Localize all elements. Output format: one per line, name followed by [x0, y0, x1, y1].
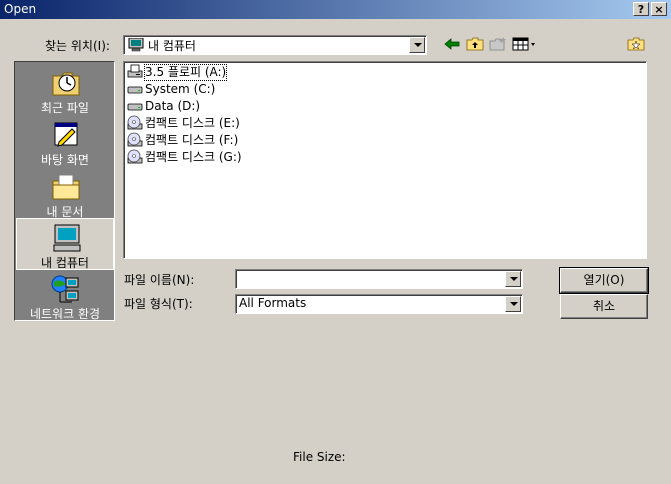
lookin-combo[interactable]: 내 컴퓨터	[123, 35, 427, 55]
filename-combo[interactable]	[235, 269, 523, 289]
filetype-value: All Formats	[239, 296, 307, 310]
new-folder-icon[interactable]	[489, 36, 507, 52]
close-button[interactable]: ×	[651, 2, 667, 16]
place-my-computer[interactable]: 내 컴퓨터	[16, 218, 114, 270]
file-name: 3.5 플로피 (A:)	[143, 63, 228, 81]
file-name: 컴팩트 디스크 (E:)	[145, 115, 240, 130]
my-documents-icon	[52, 174, 80, 200]
my-computer-icon	[53, 224, 81, 252]
open-button[interactable]: 열기(O)	[559, 267, 649, 294]
hard-drive-icon	[127, 103, 143, 111]
hard-drive-icon	[127, 86, 143, 94]
lookin-label: 찾는 위치(I):	[45, 39, 110, 53]
place-label: 최근 파일	[41, 101, 89, 115]
file-name: 컴팩트 디스크 (F:)	[145, 132, 239, 147]
place-label: 네트워크 환경	[29, 307, 101, 321]
cancel-button[interactable]: 취소	[560, 294, 648, 319]
cd-drive-icon	[127, 115, 143, 130]
up-folder-icon[interactable]	[466, 36, 484, 52]
floppy-drive-icon	[127, 64, 143, 78]
list-item[interactable]: 컴팩트 디스크 (G:)	[127, 149, 242, 165]
file-list[interactable]: 3.5 플로피 (A:) System (C:) Data (D:) 컴팩트 디…	[123, 61, 647, 259]
places-bar: 최근 파일 바탕 화면 내 문서 내 컴퓨터 네트워크 환경	[14, 61, 115, 321]
place-recent-files[interactable]: 최근 파일	[16, 64, 114, 116]
list-item[interactable]: System (C:)	[127, 81, 215, 97]
file-name: 컴팩트 디스크 (G:)	[145, 149, 242, 164]
recent-files-icon	[52, 72, 80, 96]
list-item[interactable]: 3.5 플로피 (A:)	[127, 63, 228, 81]
lookin-value: 내 컴퓨터	[148, 39, 196, 53]
filetype-label: 파일 형식(T):	[124, 297, 193, 311]
list-item[interactable]: 컴팩트 디스크 (F:)	[127, 132, 238, 148]
lookin-dropdown-button[interactable]	[409, 37, 425, 53]
preview-icon[interactable]	[627, 36, 645, 52]
place-desktop[interactable]: 바탕 화면	[16, 116, 114, 168]
file-size-label: File Size:	[293, 450, 346, 464]
network-icon	[51, 275, 79, 303]
filetype-combo[interactable]: All Formats	[235, 294, 523, 314]
list-item[interactable]: Data (D:)	[127, 98, 200, 114]
place-label: 내 컴퓨터	[41, 256, 89, 270]
cd-drive-icon	[127, 149, 143, 164]
place-network[interactable]: 네트워크 환경	[16, 270, 114, 322]
cd-drive-icon	[127, 132, 143, 147]
window-title: Open	[4, 2, 37, 16]
place-label: 바탕 화면	[41, 153, 89, 167]
back-arrow-icon[interactable]	[443, 36, 461, 52]
desktop-icon	[54, 122, 78, 147]
filename-label: 파일 이름(N):	[124, 273, 195, 287]
computer-icon	[128, 38, 144, 52]
file-name: System (C:)	[145, 81, 216, 96]
file-name: Data (D:)	[145, 98, 201, 113]
help-button[interactable]: ?	[633, 2, 649, 16]
list-item[interactable]: 컴팩트 디스크 (E:)	[127, 115, 240, 131]
filename-dropdown-button[interactable]	[505, 271, 521, 287]
filetype-dropdown-button[interactable]	[505, 296, 521, 312]
title-bar: Open	[0, 0, 671, 19]
view-menu-icon[interactable]	[512, 36, 536, 52]
place-my-documents[interactable]: 내 문서	[16, 168, 114, 220]
